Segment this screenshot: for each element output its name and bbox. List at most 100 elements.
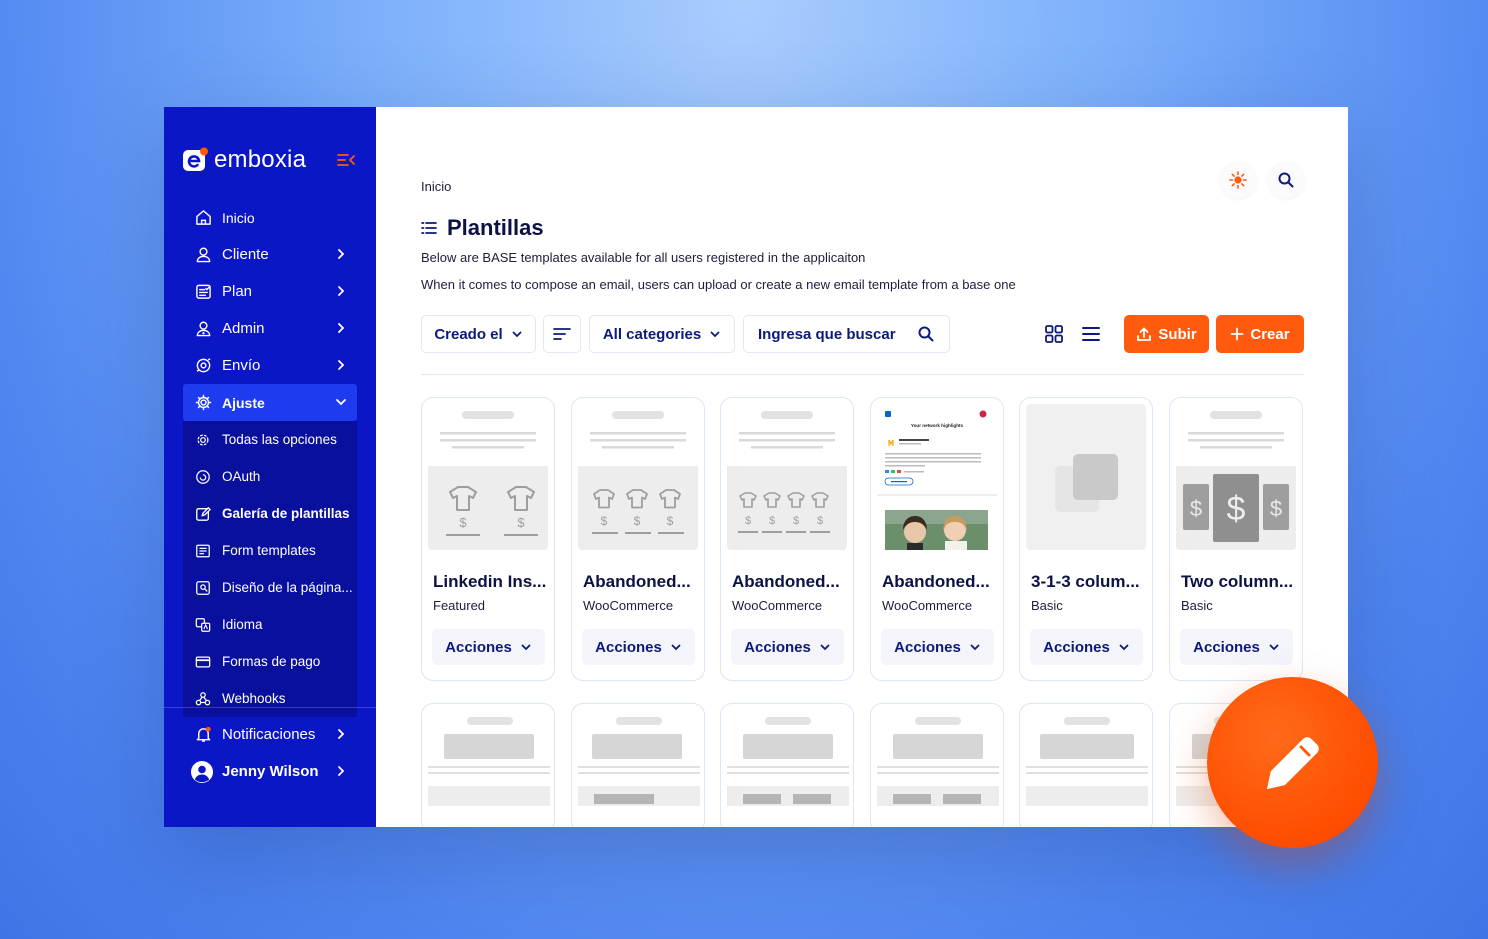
template-category: Basic xyxy=(1181,598,1213,613)
template-card[interactable] xyxy=(720,703,854,827)
home-icon xyxy=(194,209,212,227)
upload-button[interactable]: Subir xyxy=(1124,315,1209,353)
template-title: Linkedin Ins... xyxy=(433,572,547,591)
chevron-down-icon xyxy=(671,644,681,651)
actions-dropdown[interactable]: Acciones xyxy=(881,629,994,665)
category-dropdown[interactable]: All categories xyxy=(589,315,735,353)
list-icon xyxy=(421,222,437,234)
sidebar-item-cliente[interactable]: Cliente xyxy=(164,236,376,273)
template-card[interactable]: $ $ $ Two column... Basic Acciones xyxy=(1169,397,1303,681)
template-card[interactable] xyxy=(571,703,705,827)
submenu-item-diseno-de-la-pagina[interactable]: Diseño de la página... xyxy=(183,569,357,606)
page-design-icon xyxy=(194,579,212,597)
template-title: Abandoned... xyxy=(732,572,840,591)
template-title: Two column... xyxy=(1181,572,1294,591)
svg-text:$: $ xyxy=(667,514,674,528)
svg-text:$: $ xyxy=(459,515,467,530)
chevron-right-icon xyxy=(338,249,345,259)
create-button[interactable]: Crear xyxy=(1216,315,1304,353)
toolbar-divider xyxy=(421,374,1304,375)
chevron-right-icon xyxy=(338,729,345,739)
svg-text:$: $ xyxy=(745,515,751,527)
page-description-1: Below are BASE templates available for a… xyxy=(421,250,866,265)
submenu-item-label: Form templates xyxy=(222,543,316,558)
template-card[interactable]: $ $ Linkedin Ins... Featured Acciones xyxy=(421,397,555,681)
language-icon xyxy=(194,616,212,634)
oauth-icon xyxy=(194,468,212,486)
sidebar-item-admin[interactable]: Admin xyxy=(164,310,376,347)
gear-icon xyxy=(194,431,212,449)
grid-view-icon[interactable] xyxy=(1043,323,1065,345)
sidebar-item-label: Plan xyxy=(222,283,253,300)
template-card[interactable] xyxy=(421,703,555,827)
sidebar-item-envio[interactable]: Envío xyxy=(164,347,376,384)
top-actions xyxy=(1220,162,1304,198)
chevron-right-icon xyxy=(338,360,345,370)
submenu-item-form-templates[interactable]: Form templates xyxy=(183,532,357,569)
submenu-item-oauth[interactable]: OAuth xyxy=(183,458,357,495)
actions-dropdown[interactable]: Acciones xyxy=(1030,629,1143,665)
logo[interactable]: emboxia xyxy=(182,145,306,175)
template-category: WooCommerce xyxy=(732,598,823,613)
svg-text:$: $ xyxy=(793,515,799,527)
svg-text:$: $ xyxy=(1227,490,1246,528)
page-description-2: When it comes to compose an email, users… xyxy=(421,277,1016,292)
user-name: Jenny Wilson xyxy=(222,763,319,780)
submenu-item-galeria-de-plantillas[interactable]: Galería de plantillas xyxy=(183,495,357,532)
sidebar-item-plan[interactable]: Plan xyxy=(164,273,376,310)
ajuste-submenu: Todas las opciones OAuth Galería de plan… xyxy=(183,421,357,717)
sort-label: Creado el xyxy=(434,325,503,343)
template-card[interactable]: $ $ $ Abandoned... WooCommerce Acciones xyxy=(571,397,705,681)
create-label: Crear xyxy=(1250,325,1290,343)
sidebar-item-inicio[interactable]: Inicio xyxy=(164,199,376,236)
global-search-button[interactable] xyxy=(1268,162,1304,198)
user-icon xyxy=(194,246,212,264)
svg-text:$: $ xyxy=(1270,496,1282,521)
edit-icon xyxy=(194,505,212,523)
actions-dropdown[interactable]: Acciones xyxy=(1180,629,1293,665)
template-card[interactable]: $ $ $ $ Abandoned... WooCommerce Accione… xyxy=(720,397,854,681)
list-view-icon[interactable] xyxy=(1080,323,1102,345)
chevron-down-icon xyxy=(521,644,531,651)
template-card[interactable]: 3-1-3 colum... Basic Acciones xyxy=(1019,397,1153,681)
bell-icon xyxy=(194,726,212,744)
submenu-item-todas-las-opciones[interactable]: Todas las opciones xyxy=(183,421,357,458)
collapse-sidebar-icon[interactable] xyxy=(336,151,356,169)
submenu-item-label: Formas de pago xyxy=(222,654,321,669)
template-card[interactable]: Your network highlights Abandoned... Woo… xyxy=(870,397,1004,681)
actions-dropdown[interactable]: Acciones xyxy=(731,629,844,665)
actions-dropdown[interactable]: Acciones xyxy=(582,629,695,665)
submenu-item-idioma[interactable]: Idioma xyxy=(183,606,357,643)
sort-dropdown[interactable]: Creado el xyxy=(421,315,536,353)
pencil-icon xyxy=(1266,736,1319,789)
template-title: Abandoned... xyxy=(882,572,990,591)
svg-text:$: $ xyxy=(1190,496,1202,521)
chevron-right-icon xyxy=(338,286,345,296)
category-label: All categories xyxy=(602,325,702,343)
chevron-right-icon xyxy=(338,766,345,776)
breadcrumb[interactable]: Inicio xyxy=(421,179,451,194)
search-input[interactable] xyxy=(758,325,908,343)
user-menu[interactable]: Jenny Wilson xyxy=(164,753,376,790)
template-card[interactable] xyxy=(1019,703,1153,827)
search-icon[interactable] xyxy=(917,325,935,343)
settings-icon xyxy=(194,394,212,412)
send-icon xyxy=(194,357,212,375)
edit-fab-button[interactable] xyxy=(1207,677,1378,848)
actions-label: Acciones xyxy=(894,638,961,656)
main-content: Inicio Plantillas Below are BASE templat… xyxy=(376,107,1348,827)
sidebar-item-label: Ajuste xyxy=(222,394,265,411)
template-thumbnail: Your network highlights xyxy=(877,404,997,550)
template-card[interactable] xyxy=(870,703,1004,827)
sort-order-button[interactable] xyxy=(543,315,581,353)
chevron-down-icon xyxy=(512,331,522,338)
actions-dropdown[interactable]: Acciones xyxy=(432,629,545,665)
sidebar-item-ajuste[interactable]: Ajuste xyxy=(183,384,357,421)
logo-icon xyxy=(183,147,208,171)
submenu-item-label: Webhooks xyxy=(222,691,286,706)
sidebar-item-notificaciones[interactable]: Notificaciones xyxy=(164,716,376,753)
template-title: Abandoned... xyxy=(583,572,691,591)
submenu-item-formas-de-pago[interactable]: Formas de pago xyxy=(183,643,357,680)
theme-toggle-button[interactable] xyxy=(1220,162,1256,198)
sidebar-nav: Inicio Cliente Plan Admin Envío Ajuste T… xyxy=(164,199,376,717)
